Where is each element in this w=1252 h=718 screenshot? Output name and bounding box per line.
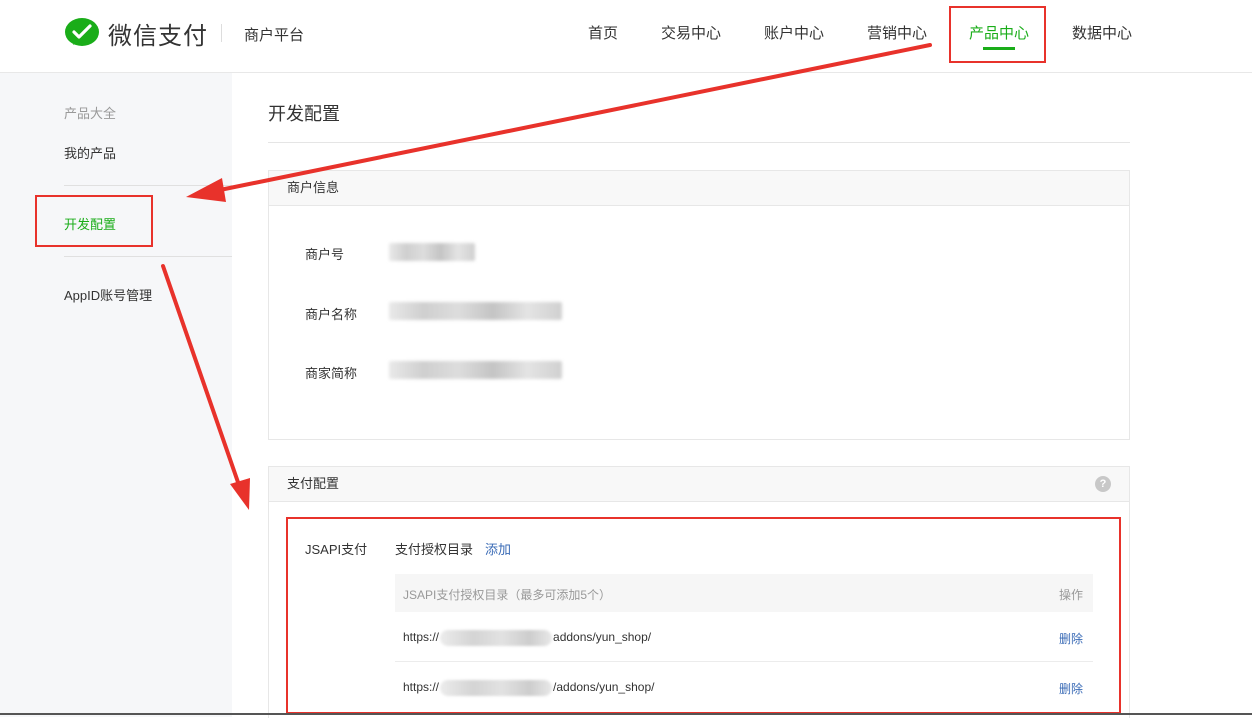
merchant-info-panel: 商户信息 商户号 商户名称 商家简称 <box>268 170 1130 440</box>
nav-home[interactable]: 首页 <box>588 22 618 43</box>
merchant-name-label: 商户名称 <box>305 307 358 322</box>
sidebar-group-title: 产品大全 <box>64 106 117 121</box>
page-title: 开发配置 <box>268 104 340 124</box>
wechat-pay-icon <box>65 17 99 46</box>
wechat-pay-logo[interactable]: 微信支付 <box>64 16 208 51</box>
merchant-name-value-redacted <box>389 302 562 320</box>
merchant-id-value-redacted <box>389 243 475 261</box>
nav-data-center[interactable]: 数据中心 <box>1072 22 1132 43</box>
brand-name: 微信支付 <box>108 23 208 50</box>
title-divider <box>268 142 1130 143</box>
annotation-box-dev-config <box>35 195 153 247</box>
payment-config-header: 支付配置 ? <box>269 467 1129 502</box>
annotation-box-product-center <box>949 6 1046 63</box>
sidebar: 产品大全 我的产品 开发配置 AppID账号管理 <box>0 73 232 717</box>
merchant-id-label: 商户号 <box>305 247 345 262</box>
sidebar-item-appid-management[interactable]: AppID账号管理 <box>64 285 152 304</box>
top-header: 微信支付 商户平台 首页 交易中心 账户中心 营销中心 产品中心 数据中心 <box>0 0 1252 73</box>
merchant-short-name-label: 商家简称 <box>305 366 358 381</box>
nav-account-center[interactable]: 账户中心 <box>764 22 824 43</box>
merchant-short-name-value-redacted <box>389 361 562 379</box>
platform-name: 商户平台 <box>244 27 305 44</box>
window-bottom-edge <box>0 713 1252 715</box>
sidebar-divider <box>64 185 232 186</box>
help-icon[interactable]: ? <box>1095 476 1111 492</box>
merchant-info-header: 商户信息 <box>269 171 1129 206</box>
nav-marketing-center[interactable]: 营销中心 <box>867 22 927 43</box>
payment-config-title: 支付配置 <box>287 476 340 491</box>
nav-trade-center[interactable]: 交易中心 <box>661 22 721 43</box>
annotation-box-jsapi-config <box>286 517 1121 714</box>
header-divider <box>221 24 222 42</box>
sidebar-divider <box>64 256 232 257</box>
sidebar-item-my-products[interactable]: 我的产品 <box>64 143 116 162</box>
